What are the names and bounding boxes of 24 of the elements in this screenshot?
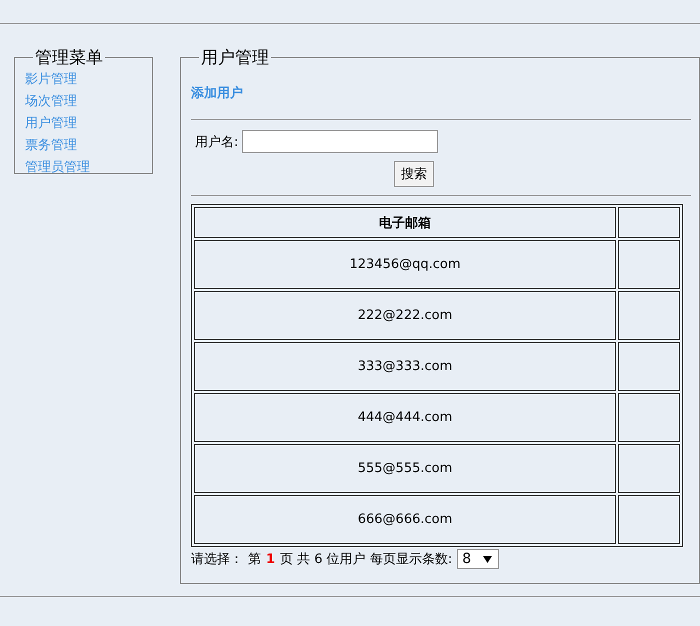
table-cell: 666@666.com <box>194 495 616 544</box>
page-size-select[interactable]: 8 <box>457 549 500 569</box>
menu-title: 管理菜单 <box>34 47 104 69</box>
table-cell: 333@333.com <box>194 342 616 391</box>
page-prefix: 第 <box>248 551 261 568</box>
table-cell: 555@555.com <box>194 444 616 493</box>
menu-link[interactable]: 影片管理 <box>25 69 77 91</box>
pager-prompt: 请选择： <box>191 551 243 568</box>
menu-link[interactable]: 场次管理 <box>25 91 77 113</box>
table-cell: 444@444.com <box>194 393 616 442</box>
add-user-link[interactable]: 添加用户 <box>191 83 243 105</box>
username-field[interactable] <box>242 130 438 153</box>
caret-icon <box>483 556 492 562</box>
table-cell: 222@222.com <box>194 291 616 340</box>
column-header: 电子邮箱 <box>194 207 616 238</box>
menu-link[interactable]: 票务管理 <box>25 135 77 157</box>
search-button[interactable]: 搜索 <box>394 161 434 187</box>
username-label: 用户名: <box>195 134 238 150</box>
table-cell: 123456@qq.com <box>194 240 616 289</box>
menu-link[interactable]: 管理员管理 <box>25 157 90 179</box>
current-page-number: 1 <box>266 552 276 566</box>
menu-link[interactable]: 用户管理 <box>25 113 77 135</box>
pager-summary: 页 共 6 位用户 每页显示条数: <box>280 551 452 568</box>
panel-title: 用户管理 <box>200 47 270 69</box>
